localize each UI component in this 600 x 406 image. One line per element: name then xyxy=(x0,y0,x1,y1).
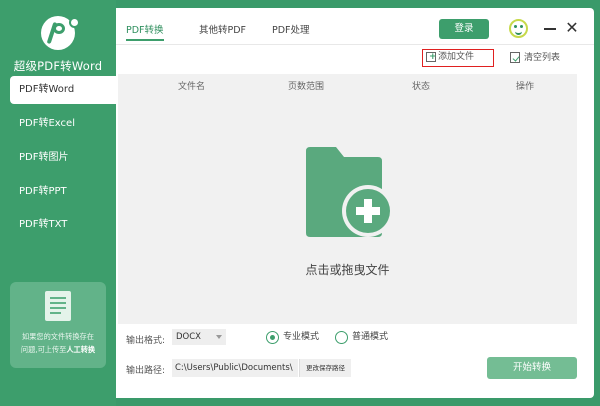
file-table: 文件名 页数范围 状态 操作 点击或拖曳文件 xyxy=(118,74,577,324)
professional-mode-radio[interactable]: 专业模式 xyxy=(266,331,319,345)
add-file-icon xyxy=(426,50,437,65)
chevron-down-icon xyxy=(216,335,222,339)
close-icon[interactable]: ✕ xyxy=(565,18,579,38)
pdf-brand-logo-icon xyxy=(41,16,78,50)
manual-conversion-text: 如果您的文件转换存在 问题,可上传至人工转换 xyxy=(10,330,106,356)
clear-list-icon xyxy=(510,52,520,63)
tab-other-to-pdf[interactable]: 其他转PDF xyxy=(199,22,246,36)
output-path-field[interactable]: C:\Users\Public\Documents\ xyxy=(172,359,298,377)
mascot-icon[interactable] xyxy=(509,19,528,38)
login-button[interactable]: 登录 xyxy=(439,19,489,39)
output-format-label: 输出格式: xyxy=(126,336,166,346)
minimize-icon[interactable] xyxy=(544,28,556,30)
folder-add-icon xyxy=(306,147,394,237)
column-action: 操作 xyxy=(516,82,535,92)
normal-mode-label: 普通模式 xyxy=(352,332,389,342)
column-status: 状态 xyxy=(412,82,431,92)
help-line-2: 问题,可上传至人工转换 xyxy=(10,343,106,356)
document-icon xyxy=(45,291,71,321)
help-line-1: 如果您的文件转换存在 xyxy=(22,332,94,341)
start-conversion-button[interactable]: 开始转换 xyxy=(487,357,577,379)
manual-conversion-link[interactable]: 人工转换 xyxy=(66,345,95,354)
normal-mode-radio[interactable]: 普通模式 xyxy=(335,331,388,345)
column-page-range: 页数范围 xyxy=(288,82,325,92)
change-path-button[interactable]: 更改保存路径 xyxy=(299,359,351,377)
clear-list-label: 清空列表 xyxy=(524,53,561,63)
sidebar-item-pdf-to-txt[interactable]: PDF转TXT xyxy=(0,211,116,239)
sidebar-item-pdf-to-ppt[interactable]: PDF转PPT xyxy=(0,178,116,206)
add-file-button[interactable]: 添加文件 xyxy=(422,49,494,67)
tab-pdf-convert[interactable]: PDF转换 xyxy=(126,22,164,41)
sidebar-item-pdf-to-word[interactable]: PDF转Word xyxy=(10,76,116,104)
professional-mode-label: 专业模式 xyxy=(283,332,320,342)
file-drop-zone[interactable]: 点击或拖曳文件 xyxy=(118,94,577,324)
output-format-value: DOCX xyxy=(176,332,201,342)
app-title: 超级PDF转Word xyxy=(13,59,103,73)
brand: 超级PDF转Word xyxy=(0,16,116,74)
radio-checked-icon xyxy=(266,331,279,344)
clear-list-button[interactable]: 清空列表 xyxy=(509,51,560,66)
output-path-label: 输出路径: xyxy=(126,366,166,376)
sidebar: 超级PDF转Word PDF转Word PDF转Excel PDF转图片 PDF… xyxy=(0,0,116,406)
table-header: 文件名 页数范围 状态 操作 xyxy=(118,74,577,94)
sidebar-item-pdf-to-excel[interactable]: PDF转Excel xyxy=(0,110,116,138)
tab-pdf-process[interactable]: PDF处理 xyxy=(272,22,310,36)
add-file-label: 添加文件 xyxy=(438,52,475,62)
radio-unchecked-icon xyxy=(335,331,348,344)
manual-conversion-panel[interactable]: 如果您的文件转换存在 问题,可上传至人工转换 xyxy=(10,282,106,368)
sidebar-item-pdf-to-image[interactable]: PDF转图片 xyxy=(0,144,116,172)
drop-hint-text: 点击或拖曳文件 xyxy=(305,263,390,277)
column-filename: 文件名 xyxy=(178,82,206,92)
tab-divider xyxy=(116,44,594,45)
help-line-2-prefix: 问题,可上传至 xyxy=(20,345,67,354)
output-format-select[interactable]: DOCX xyxy=(172,329,226,345)
main-panel: PDF转换 其他转PDF PDF处理 登录 ✕ 添加文件 清空列表 文件名 页数… xyxy=(116,8,594,398)
